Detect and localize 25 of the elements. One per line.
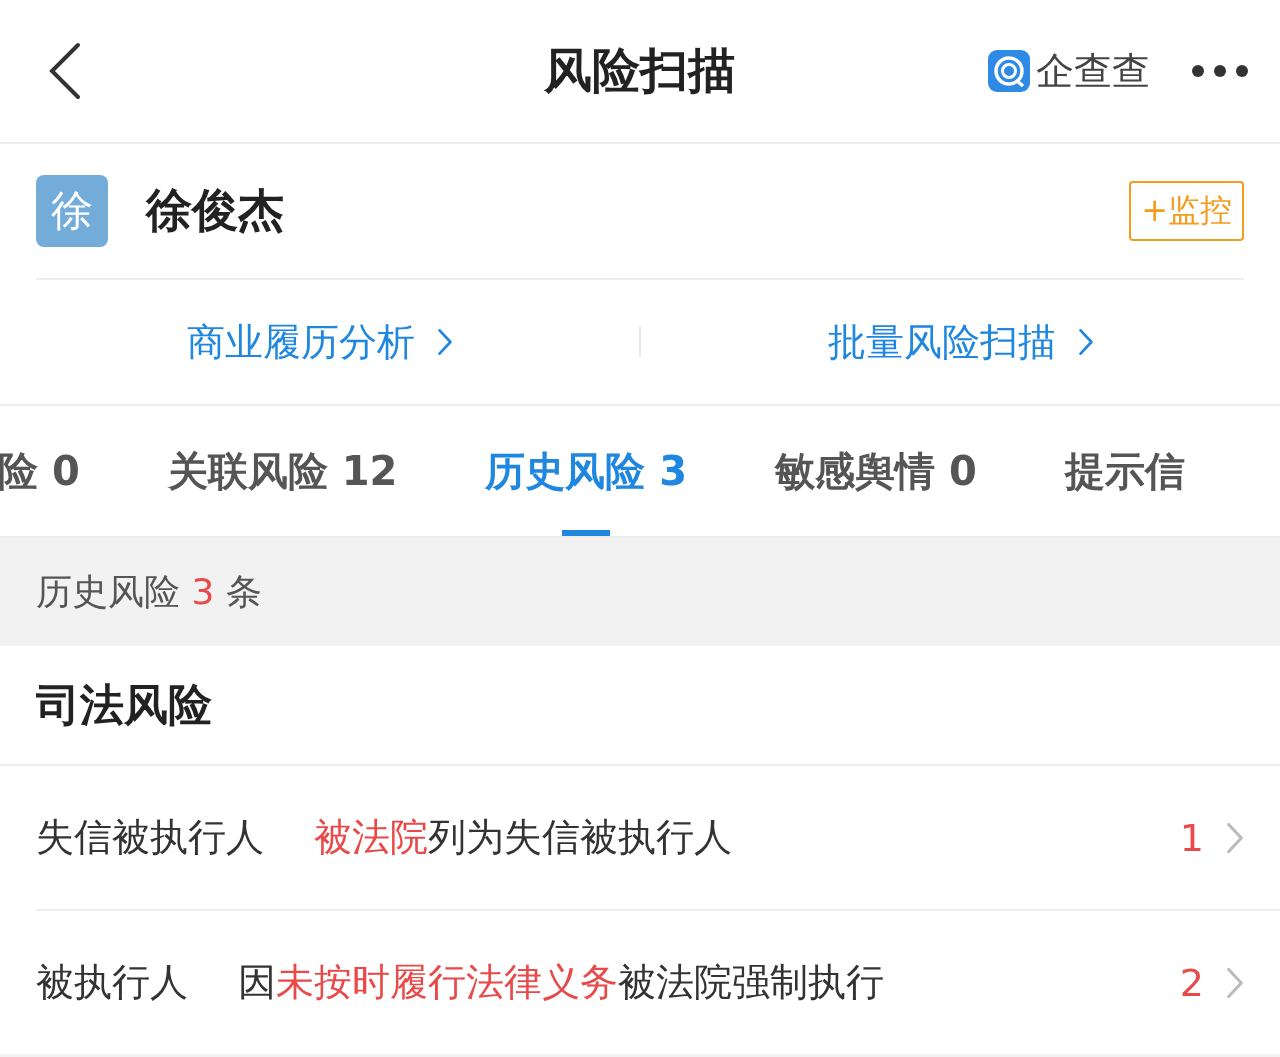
summary-text: 历史风险 3 条 (36, 569, 262, 614)
risk-type: 失信被执行人 (36, 814, 264, 861)
tab[interactable]: 关联风险 12 (167, 406, 398, 536)
page-title: 风险扫描 (544, 42, 736, 98)
tab[interactable]: 险 0 (0, 406, 80, 536)
risk-description: 被法院列为失信被执行人 (314, 814, 732, 861)
chevron-right-icon (1226, 965, 1244, 1000)
chevron-right-icon (436, 328, 453, 356)
brand-name: 企查查 (1036, 47, 1150, 95)
link[interactable]: 商业履历分析 (0, 315, 639, 369)
risk-count: 2 (1179, 960, 1204, 1005)
risk-description: 因未按时履行法律义务被法院强制执行 (238, 959, 884, 1006)
person-name: 徐俊杰 (146, 182, 284, 239)
tab[interactable]: 敏感舆情 0 (775, 406, 977, 536)
risk-type: 被执行人 (36, 959, 188, 1006)
avatar: 徐 (36, 175, 108, 247)
chevron-right-icon (1077, 328, 1094, 356)
more-icon[interactable] (1190, 63, 1250, 79)
logo-icon (988, 50, 1030, 92)
tab[interactable]: 历史风险 3 (485, 406, 688, 536)
tab[interactable]: 提示信 (1064, 406, 1185, 536)
link[interactable]: 批量风险扫描 (641, 315, 1280, 369)
section-title: 司法风险 (36, 677, 212, 732)
chevron-right-icon (1226, 820, 1244, 855)
risk-count: 1 (1179, 815, 1204, 860)
